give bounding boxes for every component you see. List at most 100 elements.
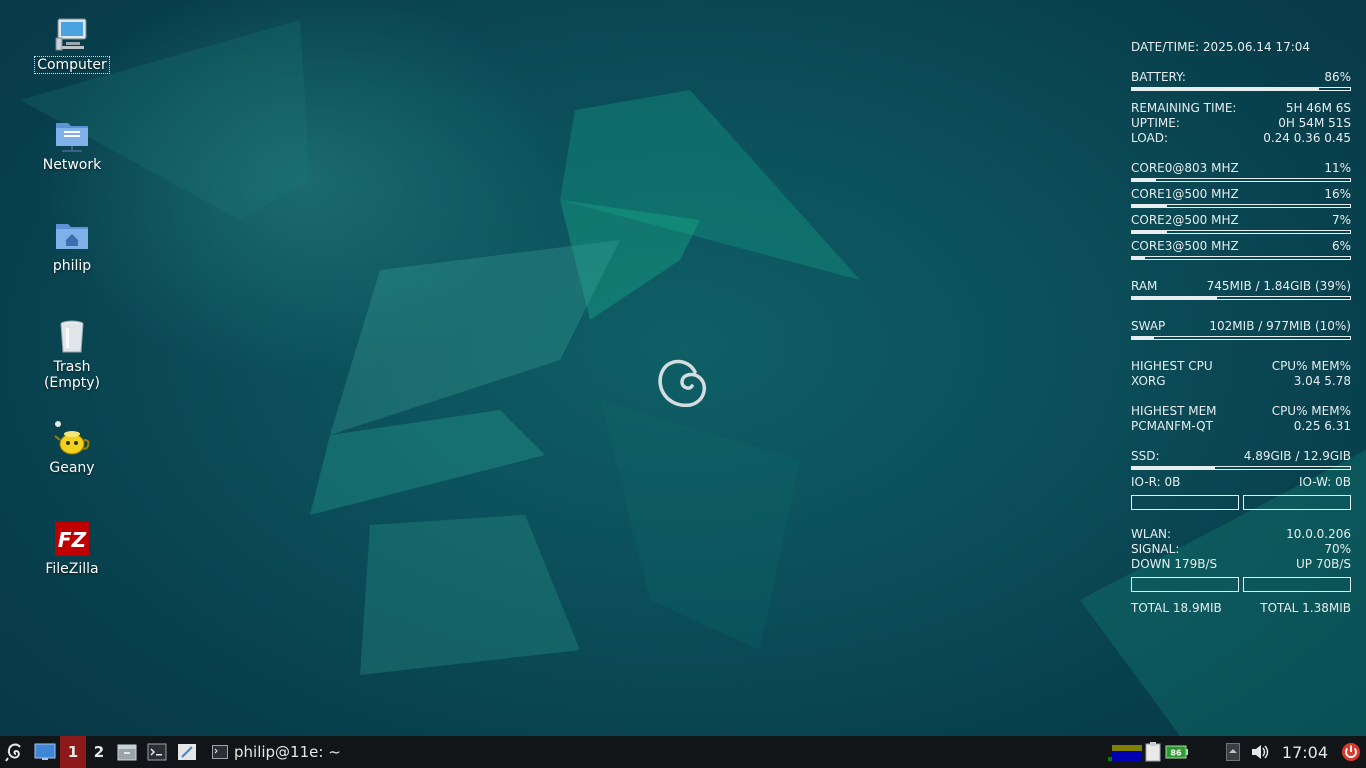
io-write: IO-W: 0B bbox=[1298, 475, 1351, 489]
conky-monitor: DATE/TIME: 2025.06.14 17:04 BATTERY: 86%… bbox=[1131, 40, 1351, 616]
signal-label: SIGNAL: bbox=[1131, 542, 1180, 556]
battery-tray[interactable]: 86 bbox=[1164, 736, 1190, 768]
desktop-icon-computer[interactable]: Computer bbox=[22, 16, 122, 74]
clock-text: 17:04 bbox=[1281, 742, 1328, 762]
highest-cpu-process: XORG bbox=[1131, 374, 1166, 388]
core-value: 6% bbox=[1331, 239, 1351, 253]
svg-text:FZ: FZ bbox=[58, 528, 87, 552]
desktop-icon-network[interactable]: Network bbox=[22, 117, 122, 173]
core1-row: CORE1@500 MHZ 16% bbox=[1131, 187, 1351, 202]
geany-icon bbox=[54, 420, 90, 456]
desktop-icon-label: Trash (Empty) bbox=[43, 359, 101, 391]
highest-mem-cols: CPU% MEM% bbox=[1271, 404, 1351, 418]
remaining-value: 5H 46M 6S bbox=[1285, 101, 1351, 115]
core1-bar bbox=[1131, 204, 1351, 208]
battery-label: BATTERY: bbox=[1131, 70, 1186, 84]
core-value: 7% bbox=[1331, 213, 1351, 227]
uptime-row: UPTIME: 0H 54M 51S bbox=[1131, 116, 1351, 131]
core-value: 16% bbox=[1324, 187, 1351, 201]
power-button[interactable] bbox=[1336, 736, 1366, 768]
taskbar: 1 2 philip@11e: ~ 86 17:04 bbox=[0, 736, 1366, 768]
terminal-window-icon bbox=[212, 745, 228, 759]
trash-icon bbox=[54, 319, 90, 355]
cpu-graph-icon bbox=[1107, 745, 1142, 761]
swap-label: SWAP bbox=[1131, 319, 1166, 333]
down-speed: DOWN 179B/S bbox=[1131, 557, 1218, 571]
filezilla-icon: FZ bbox=[54, 521, 90, 557]
io-read: IO-R: 0B bbox=[1131, 475, 1181, 489]
tray-expand-icon bbox=[1225, 743, 1240, 761]
desktop-icon-trash[interactable]: Trash (Empty) bbox=[22, 319, 122, 391]
show-desktop-button[interactable] bbox=[30, 736, 60, 768]
core-label: CORE2@500 MHZ bbox=[1131, 213, 1239, 227]
clipboard-icon bbox=[1145, 742, 1161, 762]
text-editor-launcher[interactable] bbox=[172, 736, 202, 768]
ssd-row: SSD: 4.89GIB / 12.9GIB bbox=[1131, 449, 1351, 464]
desktop-icon-home[interactable]: philip bbox=[22, 218, 122, 274]
workspace-2[interactable]: 2 bbox=[86, 736, 112, 768]
network-folder-icon bbox=[54, 117, 90, 153]
load-label: LOAD: bbox=[1131, 131, 1168, 145]
tray-expand-button[interactable] bbox=[1220, 736, 1246, 768]
cpu-graph-tray[interactable] bbox=[1107, 736, 1142, 768]
core2-row: CORE2@500 MHZ 7% bbox=[1131, 213, 1351, 228]
io-row: IO-R: 0B IO-W: 0B bbox=[1131, 475, 1351, 490]
system-tray: 86 17:04 bbox=[1107, 736, 1366, 768]
signal-value: 70% bbox=[1324, 542, 1351, 556]
remaining-row: REMAINING TIME: 5H 46M 6S bbox=[1131, 101, 1351, 116]
swap-row: SWAP 102MIB / 977MIB (10%) bbox=[1131, 319, 1351, 334]
home-folder-icon bbox=[54, 218, 90, 254]
computer-icon bbox=[54, 16, 90, 52]
core3-row: CORE3@500 MHZ 6% bbox=[1131, 239, 1351, 254]
down-graph bbox=[1131, 577, 1239, 592]
core-label: CORE1@500 MHZ bbox=[1131, 187, 1239, 201]
desktop-icon-label: Network bbox=[42, 157, 102, 173]
ram-row: RAM 745MIB / 1.84GIB (39%) bbox=[1131, 279, 1351, 294]
terminal-icon bbox=[147, 743, 167, 761]
swap-bar bbox=[1131, 336, 1351, 340]
desktop-icon-label: FileZilla bbox=[45, 561, 99, 577]
desktop-icon-label: Geany bbox=[49, 460, 95, 476]
swap-value: 102MIB / 977MIB (10%) bbox=[1209, 319, 1351, 333]
desktop-icon-label: philip bbox=[52, 258, 92, 274]
io-write-graph bbox=[1243, 495, 1351, 510]
highest-mem-header: HIGHEST MEM CPU% MEM% bbox=[1131, 404, 1351, 419]
text-editor-icon bbox=[178, 744, 196, 760]
wlan-label: WLAN: bbox=[1131, 527, 1172, 541]
desktop-icon-geany[interactable]: Geany bbox=[22, 420, 122, 476]
wlan-value: 10.0.0.206 bbox=[1286, 527, 1351, 541]
clock[interactable]: 17:04 bbox=[1274, 736, 1336, 768]
clipboard-tray[interactable] bbox=[1142, 736, 1164, 768]
core3-bar bbox=[1131, 256, 1351, 260]
highest-mem-label: HIGHEST MEM bbox=[1131, 404, 1217, 418]
debian-menu-icon bbox=[5, 743, 21, 762]
volume-button[interactable] bbox=[1246, 736, 1274, 768]
volume-icon bbox=[1251, 745, 1269, 759]
highest-cpu-values: 3.04 5.78 bbox=[1293, 374, 1351, 388]
highest-cpu-header: HIGHEST CPU CPU% MEM% bbox=[1131, 359, 1351, 374]
ssd-label: SSD: bbox=[1131, 449, 1160, 463]
remaining-label: REMAINING TIME: bbox=[1131, 101, 1237, 115]
ram-bar bbox=[1131, 296, 1351, 300]
io-read-graph bbox=[1131, 495, 1239, 510]
battery-tray-text: 86 bbox=[1170, 749, 1182, 758]
power-icon bbox=[1342, 743, 1360, 761]
start-menu-button[interactable] bbox=[0, 736, 30, 768]
uptime-label: UPTIME: bbox=[1131, 116, 1180, 130]
battery-row: BATTERY: 86% bbox=[1131, 70, 1351, 85]
core-label: CORE3@500 MHZ bbox=[1131, 239, 1239, 253]
workspace-1[interactable]: 1 bbox=[60, 736, 86, 768]
highest-mem-proc: PCMANFM-QT 0.25 6.31 bbox=[1131, 419, 1351, 434]
desktop-icon-filezilla[interactable]: FZ FileZilla bbox=[22, 521, 122, 577]
load-row: LOAD: 0.24 0.36 0.45 bbox=[1131, 131, 1351, 146]
highest-cpu-proc: XORG 3.04 5.78 bbox=[1131, 374, 1351, 389]
datetime-text: DATE/TIME: 2025.06.14 17:04 bbox=[1131, 40, 1311, 54]
highest-mem-process: PCMANFM-QT bbox=[1131, 419, 1213, 433]
core-label: CORE0@803 MHZ bbox=[1131, 161, 1239, 175]
highest-cpu-label: HIGHEST CPU bbox=[1131, 359, 1213, 373]
terminal-launcher[interactable] bbox=[142, 736, 172, 768]
ssd-value: 4.89GIB / 12.9GIB bbox=[1243, 449, 1351, 463]
total-down: TOTAL 18.9MIB bbox=[1131, 601, 1222, 615]
file-manager-launcher[interactable] bbox=[112, 736, 142, 768]
task-terminal-window[interactable]: philip@11e: ~ bbox=[202, 736, 351, 768]
